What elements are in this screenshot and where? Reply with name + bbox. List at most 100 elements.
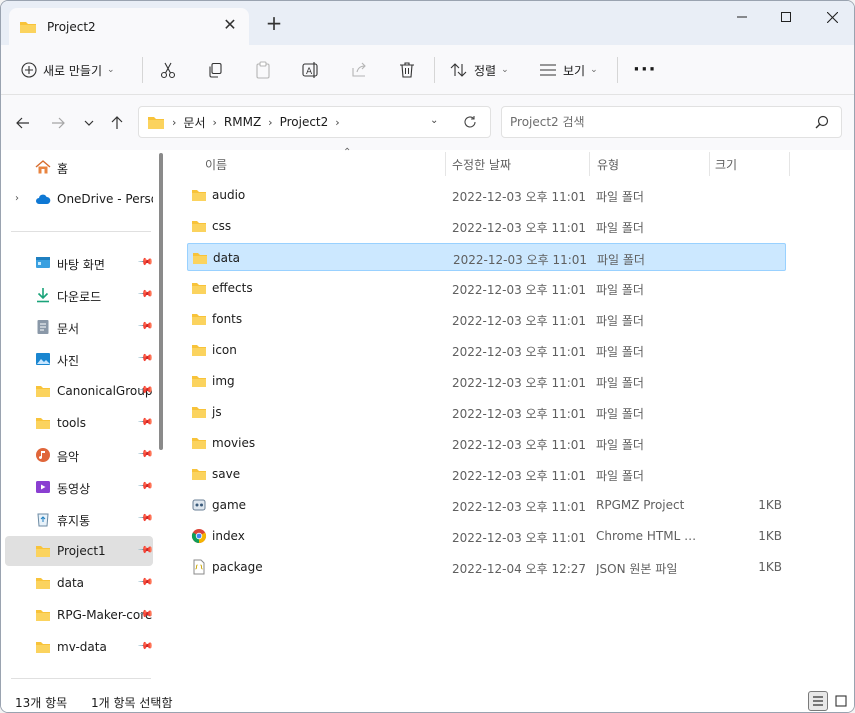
trash-icon <box>400 62 414 78</box>
tab-project2[interactable]: Project2 ✕ <box>9 8 249 45</box>
sidebar-scrollbar[interactable] <box>159 153 163 450</box>
sidebar-item-mv-data[interactable]: mv-data 📌 <box>5 632 154 662</box>
sidebar-item-onedrive[interactable]: › OneDrive - Personal <box>5 184 153 214</box>
documents-icon <box>37 320 49 334</box>
sidebar-item-recycle-bin[interactable]: 휴지통 📌 <box>5 504 154 534</box>
delete-button[interactable] <box>399 54 415 86</box>
share-icon <box>352 62 366 77</box>
close-tab-icon[interactable]: ✕ <box>223 17 237 33</box>
file-name[interactable]: package <box>212 560 263 574</box>
sidebar-item-desktop[interactable]: 바탕 화면 📌 <box>5 248 154 278</box>
recent-locations-button[interactable] <box>77 111 101 135</box>
share-button[interactable] <box>351 54 369 86</box>
forward-button[interactable] <box>46 111 70 135</box>
search-icon[interactable] <box>815 115 829 129</box>
column-divider[interactable] <box>709 152 710 176</box>
breadcrumb-documents[interactable]: 문서 <box>183 114 205 131</box>
file-date: 2022-12-03 오후 11:01 <box>452 469 587 483</box>
breadcrumb-project2[interactable]: Project2 <box>280 115 329 129</box>
paste-button[interactable] <box>255 54 271 86</box>
view-button[interactable]: 보기 ⌄ <box>539 54 598 86</box>
tiles-view-button[interactable] <box>831 691 851 711</box>
column-header-size[interactable]: 크기 <box>715 150 787 178</box>
close-window-button[interactable] <box>809 1 854 33</box>
file-name[interactable]: game <box>212 498 246 512</box>
minimize-button[interactable] <box>719 1 765 33</box>
title-bar: Project2 ✕ + <box>1 1 854 45</box>
address-bar[interactable]: › 문서 › RMMZ › Project2 › ⌄ <box>138 106 491 138</box>
column-header-type[interactable]: 유형 <box>597 150 707 178</box>
file-date: 2022-12-03 오후 11:01 <box>452 345 587 359</box>
maximize-button[interactable] <box>763 1 809 33</box>
search-box[interactable] <box>501 106 842 138</box>
file-row-css[interactable]: css 2022-12-03 오후 11:01 파일 폴더 <box>187 212 786 240</box>
cut-button[interactable] <box>159 54 177 86</box>
breadcrumb-rmmz[interactable]: RMMZ <box>224 115 261 129</box>
column-divider[interactable] <box>789 152 790 176</box>
videos-icon <box>36 481 50 493</box>
sidebar-item-canonicalgroup[interactable]: CanonicalGroup 📌 <box>5 376 154 406</box>
rename-button[interactable]: A <box>302 54 320 86</box>
chevron-right-icon[interactable]: › <box>15 193 19 204</box>
sidebar-item-project1[interactable]: Project1 📌 <box>5 536 154 566</box>
column-header-date[interactable]: 수정한 날짜 <box>452 150 588 178</box>
search-input[interactable] <box>510 113 800 131</box>
toolbar-divider <box>142 57 143 83</box>
file-row-save[interactable]: save 2022-12-03 오후 11:01 파일 폴더 <box>187 460 786 488</box>
file-name[interactable]: data <box>213 251 240 265</box>
copy-button[interactable] <box>207 54 223 86</box>
file-name[interactable]: movies <box>212 436 255 450</box>
file-row-game[interactable]: game 2022-12-03 오후 11:01 RPGMZ Project 1KB <box>187 491 786 519</box>
file-name[interactable]: effects <box>212 281 253 295</box>
sidebar-item-home[interactable]: 홈 <box>5 152 153 182</box>
column-header-label: 크기 <box>715 157 738 172</box>
more-options-button[interactable]: ··· <box>633 54 657 86</box>
sidebar-item-documents[interactable]: 문서 📌 <box>5 312 154 342</box>
sort-button[interactable]: 정렬 ⌄ <box>450 54 509 86</box>
folder-icon <box>191 187 207 203</box>
file-row-icon[interactable]: icon 2022-12-03 오후 11:01 파일 폴더 <box>187 336 786 364</box>
sidebar-item-music[interactable]: 음악 📌 <box>5 440 154 470</box>
column-header-name[interactable]: 이름 ⌃ <box>205 147 445 178</box>
file-row-data[interactable]: data 2022-12-03 오후 11:01 파일 폴더 <box>187 243 786 271</box>
sidebar-item-data[interactable]: data 📌 <box>5 568 154 598</box>
refresh-icon[interactable] <box>463 115 477 129</box>
new-tab-button[interactable]: + <box>264 13 284 33</box>
file-row-index[interactable]: index 2022-12-03 오후 11:01 Chrome HTML Docu… <box>187 522 786 550</box>
sidebar-item-pictures[interactable]: 사진 📌 <box>5 344 154 374</box>
file-name[interactable]: icon <box>212 343 237 357</box>
file-row-package[interactable]: package 2022-12-04 오후 12:27 JSON 원본 파일 1KB <box>187 553 786 581</box>
file-row-effects[interactable]: effects 2022-12-03 오후 11:01 파일 폴더 <box>187 274 786 302</box>
new-button[interactable]: 새로 만들기 ⌄ <box>21 54 115 86</box>
sidebar-item-label: 홈 <box>57 162 69 176</box>
sidebar-item-videos[interactable]: 동영상 📌 <box>5 472 154 502</box>
back-button[interactable] <box>11 111 35 135</box>
sidebar-item-downloads[interactable]: 다운로드 📌 <box>5 280 154 310</box>
file-row-movies[interactable]: movies 2022-12-03 오후 11:01 파일 폴더 <box>187 429 786 457</box>
sort-ascending-icon: ⌃ <box>343 147 352 158</box>
file-date: 2022-12-03 오후 11:01 <box>453 253 588 267</box>
sidebar-divider <box>11 231 151 232</box>
file-name[interactable]: audio <box>212 188 245 202</box>
file-row-fonts[interactable]: fonts 2022-12-03 오후 11:01 파일 폴더 <box>187 305 786 333</box>
file-name[interactable]: js <box>212 405 222 419</box>
desktop-icon <box>36 257 50 268</box>
file-name[interactable]: index <box>212 529 245 543</box>
arrow-left-icon <box>16 117 29 129</box>
details-view-button[interactable] <box>808 691 828 711</box>
file-name[interactable]: save <box>212 467 240 481</box>
column-divider[interactable] <box>445 152 446 176</box>
file-name[interactable]: css <box>212 219 231 233</box>
folder-icon <box>192 250 208 266</box>
file-name[interactable]: img <box>212 374 235 388</box>
file-name[interactable]: fonts <box>212 312 242 326</box>
file-row-js[interactable]: js 2022-12-03 오후 11:01 파일 폴더 <box>187 398 786 426</box>
sidebar-item-rpg-maker-core[interactable]: RPG-Maker-core 📌 <box>5 600 154 630</box>
file-row-img[interactable]: img 2022-12-03 오후 11:01 파일 폴더 <box>187 367 786 395</box>
up-button[interactable] <box>105 111 129 135</box>
file-row-audio[interactable]: audio 2022-12-03 오후 11:01 파일 폴더 <box>187 181 786 209</box>
address-history-dropdown[interactable]: ⌄ <box>430 115 438 126</box>
sidebar-item-tools[interactable]: tools 📌 <box>5 408 154 438</box>
column-divider[interactable] <box>589 152 590 176</box>
chevron-down-icon: ⌄ <box>501 65 509 75</box>
